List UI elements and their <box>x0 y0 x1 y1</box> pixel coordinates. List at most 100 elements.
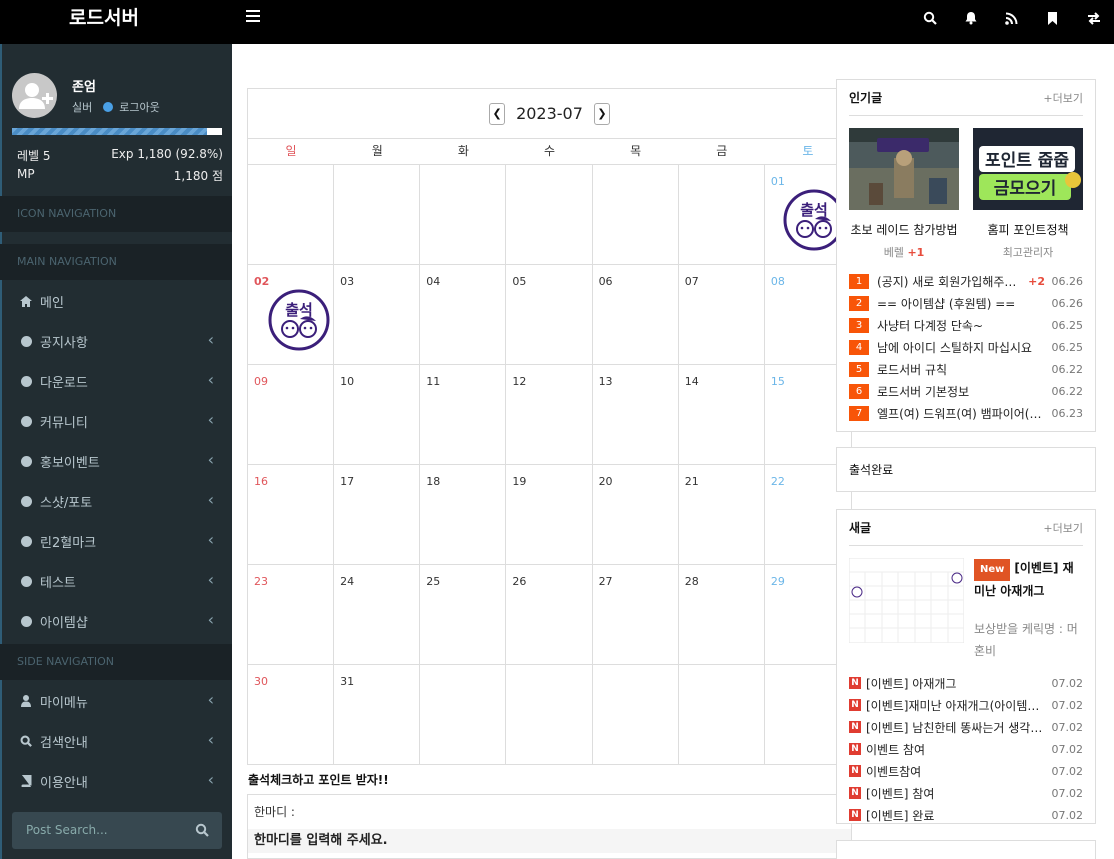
nav-item[interactable]: 린2혈마크 ‹ <box>0 521 232 561</box>
calendar-day[interactable]: 05 <box>506 265 593 365</box>
new-post-item[interactable]: N [이벤트] 참여 07.02 <box>849 782 1083 804</box>
bell-icon[interactable] <box>950 0 991 36</box>
next-month-button[interactable]: ❯ <box>593 102 610 125</box>
popular-card-thumbnail[interactable] <box>849 128 959 210</box>
search-icon[interactable] <box>195 823 209 837</box>
calendar-day-number: 01 <box>770 175 785 188</box>
calendar-day[interactable]: 27 <box>592 565 679 665</box>
calendar-day-number: 24 <box>340 575 355 588</box>
mp-value: 1,180 점 <box>173 169 223 183</box>
nav-item[interactable]: 아이템샵 ‹ <box>0 601 232 641</box>
menu-toggle-icon[interactable] <box>246 10 260 22</box>
site-logo[interactable]: 로드서버 <box>0 0 232 44</box>
nav-item[interactable]: 테스트 ‹ <box>0 561 232 601</box>
calendar-day[interactable] <box>506 165 593 265</box>
nav-item[interactable]: 검색안내 ‹ <box>0 721 232 761</box>
calendar-day[interactable]: 26 <box>506 565 593 665</box>
calendar-day[interactable] <box>506 665 593 765</box>
nav-item[interactable]: 다운로드 ‹ <box>0 361 232 401</box>
calendar-day[interactable]: 03 <box>334 265 421 365</box>
calendar-day[interactable]: 07 <box>678 265 765 365</box>
calendar-day[interactable]: 14 <box>678 365 765 465</box>
calendar-day[interactable]: 06 <box>592 265 679 365</box>
search-icon[interactable] <box>909 0 950 36</box>
calendar-day[interactable]: 02 출석 <box>248 265 335 365</box>
nav-item-label: 홍보이벤트 <box>40 455 100 471</box>
calendar-day[interactable]: 04 <box>420 265 507 365</box>
exchange-icon[interactable] <box>1073 0 1114 36</box>
checkin-status-panel: 출석완료 <box>836 447 1096 492</box>
popular-item-date: 06.22 <box>1051 362 1084 376</box>
nav-item[interactable]: 이용안내 ‹ <box>0 761 232 801</box>
calendar-day[interactable] <box>592 665 679 765</box>
bookmark-icon[interactable] <box>1032 0 1073 36</box>
nav-item-label: 린2혈마크 <box>40 535 97 551</box>
logout-link[interactable]: 로그아웃 <box>119 99 159 115</box>
popular-list-item[interactable]: 3 사냥터 다계정 단속~ 06.25 <box>849 314 1083 336</box>
post-search-input[interactable]: Post Search... <box>12 812 222 849</box>
new-posts-more-link[interactable]: +더보기 <box>1043 520 1083 536</box>
popular-card[interactable]: 포인트 줍줍 금모으기 홈피 포인트정책 최고관리자 <box>973 128 1083 260</box>
calendar-day[interactable] <box>678 665 765 765</box>
calendar-day[interactable]: 09 <box>248 365 335 465</box>
calendar-day[interactable] <box>678 165 765 265</box>
popular-card[interactable]: 초보 레이드 참가방법 베렐 +1 <box>849 128 959 260</box>
calendar-day[interactable]: 17 <box>334 465 421 565</box>
comment-label: 한마디 : <box>254 805 295 819</box>
calendar-day[interactable]: 31 <box>334 665 421 765</box>
popular-card-art-line2: 금모으기 <box>994 179 1057 199</box>
calendar-day[interactable]: 25 <box>420 565 507 665</box>
popular-item-title: 엘프(여) 드워프(여) 뱀파이어(여) <box>877 406 1045 421</box>
calendar-day-number: 13 <box>598 375 613 388</box>
calendar-day[interactable] <box>420 665 507 765</box>
nav-item[interactable]: 메인 <box>0 281 232 321</box>
new-icon: N <box>849 809 861 821</box>
comment-prompt[interactable]: 한마디를 입력해 주세요. <box>248 829 851 853</box>
nav-item[interactable]: 공지사항 ‹ <box>0 321 232 361</box>
new-post-item[interactable]: N [이벤트] 아재개그 07.02 <box>849 672 1083 694</box>
calendar-day[interactable]: 28 <box>678 565 765 665</box>
calendar-day[interactable] <box>420 165 507 265</box>
prev-month-button[interactable]: ❮ <box>489 102 506 125</box>
popular-more-link[interactable]: +더보기 <box>1043 90 1083 106</box>
nav-item[interactable]: 커뮤니티 ‹ <box>0 401 232 441</box>
popular-list-item[interactable]: 6 로드서버 기본정보 06.22 <box>849 380 1083 402</box>
calendar-day[interactable]: 19 <box>506 465 593 565</box>
calendar-day[interactable] <box>592 165 679 265</box>
calendar-day[interactable]: 10 <box>334 365 421 465</box>
nav-item[interactable]: 홍보이벤트 ‹ <box>0 441 232 481</box>
popular-card-thumbnail[interactable]: 포인트 줍줍 금모으기 <box>973 128 1083 210</box>
calendar-day-number: 27 <box>598 575 613 588</box>
calendar-day-number: 07 <box>684 275 699 288</box>
popular-list-item[interactable]: 7 엘프(여) 드워프(여) 뱀파이어(여) 06.23 <box>849 402 1083 424</box>
new-post-item[interactable]: N 이벤트 참여 07.02 <box>849 738 1083 760</box>
calendar-day[interactable]: 24 <box>334 565 421 665</box>
popular-list-item[interactable]: 2 == 아이템샵 (후원템) == 06.26 <box>849 292 1083 314</box>
popular-list-item[interactable]: 1 (공지) 새로 회원가입해주세요 +2 06.26 <box>849 270 1083 292</box>
online-status-icon <box>103 102 114 112</box>
popular-list-item[interactable]: 4 남에 아이디 스틸하지 마십시요 06.25 <box>849 336 1083 358</box>
new-post-item[interactable]: N [이벤트]재미난 아재개그(아이템지급) 07.02 <box>849 694 1083 716</box>
new-post-item[interactable]: N 이벤트참여 07.02 <box>849 760 1083 782</box>
calendar-day[interactable]: 12 <box>506 365 593 465</box>
rss-icon[interactable] <box>991 0 1032 36</box>
calendar-day[interactable]: 30 <box>248 665 335 765</box>
nav-item[interactable]: 마이메뉴 ‹ <box>0 681 232 721</box>
calendar-day[interactable] <box>248 165 335 265</box>
calendar-day[interactable]: 11 <box>420 365 507 465</box>
featured-post-thumbnail[interactable] <box>849 558 964 643</box>
calendar-day[interactable]: 23 <box>248 565 335 665</box>
calendar-day[interactable] <box>334 165 421 265</box>
sidebar: 존엄 실버 로그아웃 레벨 5 Exp 1,180 (92.8%) MP 1,1… <box>0 44 232 859</box>
new-post-item[interactable]: N [이벤트] 완료 07.02 <box>849 804 1083 826</box>
calendar-day[interactable]: 13 <box>592 365 679 465</box>
calendar-day[interactable]: 18 <box>420 465 507 565</box>
popular-list-item[interactable]: 5 로드서버 규칙 06.22 <box>849 358 1083 380</box>
calendar-day[interactable]: 16 <box>248 465 335 565</box>
nav-item[interactable]: 스샷/포토 ‹ <box>0 481 232 521</box>
calendar-day[interactable]: 21 <box>678 465 765 565</box>
avatar[interactable] <box>12 73 57 118</box>
calendar-day[interactable]: 20 <box>592 465 679 565</box>
new-post-item[interactable]: N [이벤트] 남친한테 똥싸는거 생각하면 07.02 <box>849 716 1083 738</box>
chevron-left-icon: ‹ <box>207 770 214 789</box>
